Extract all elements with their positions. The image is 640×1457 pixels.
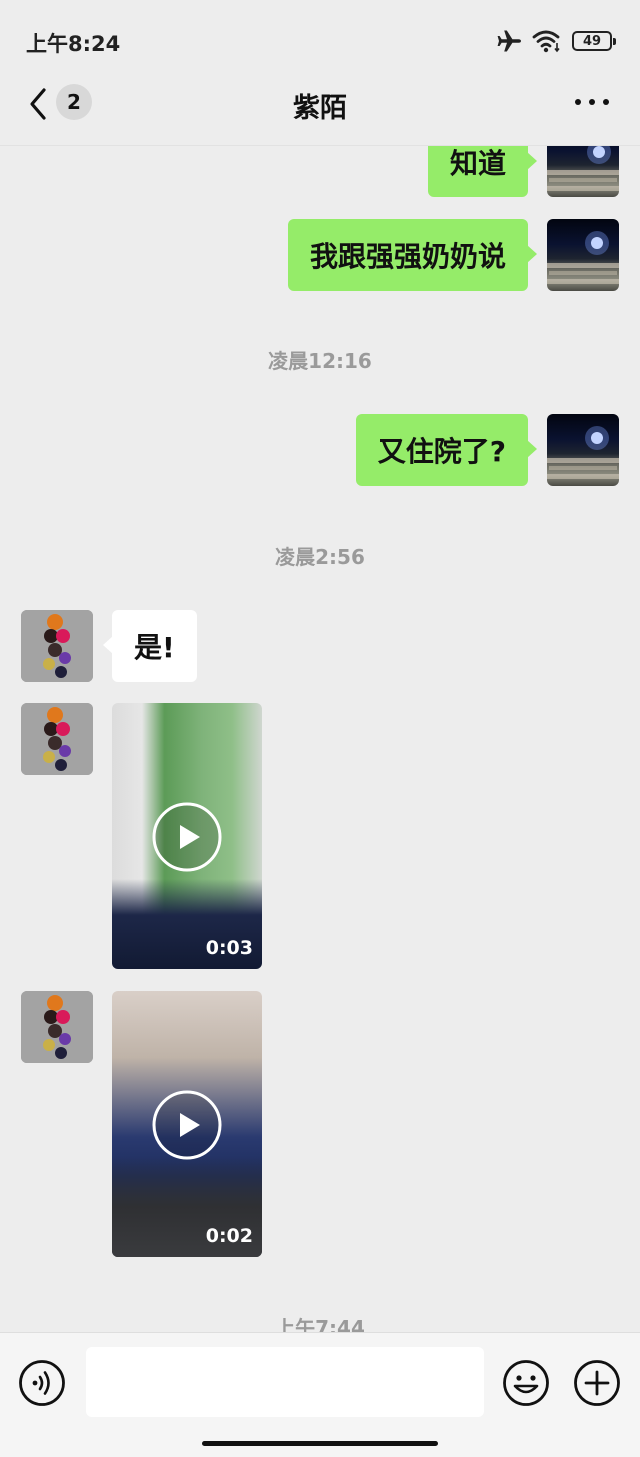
emoji-icon[interactable] [502, 1359, 550, 1407]
message-list[interactable]: 知道 我跟强强奶奶说 凌晨12:16 又住院了? 凌晨2:56 是! 0:03 … [0, 146, 640, 1332]
video-message[interactable]: 0:02 [112, 991, 262, 1257]
status-icons: 49 [496, 28, 616, 54]
message-timestamp: 凌晨2:56 [275, 545, 365, 569]
message-timestamp: 凌晨12:16 [268, 349, 372, 373]
plus-circle-icon[interactable] [573, 1359, 621, 1407]
voice-icon[interactable] [18, 1359, 66, 1407]
self-avatar[interactable] [547, 146, 619, 197]
airplane-icon [497, 30, 521, 52]
avatar-image [547, 231, 619, 284]
self-avatar[interactable] [547, 219, 619, 291]
video-message[interactable]: 0:03 [112, 703, 262, 969]
play-icon[interactable] [151, 1089, 223, 1161]
play-icon[interactable] [151, 801, 223, 873]
home-indicator[interactable] [202, 1441, 438, 1446]
self-avatar[interactable] [547, 414, 619, 486]
video-duration: 0:03 [205, 937, 253, 959]
battery-icon: 49 [572, 31, 616, 51]
video-duration: 0:02 [205, 1225, 253, 1247]
message-bubble-incoming[interactable]: 是! [103, 610, 197, 682]
contact-avatar[interactable] [21, 703, 93, 775]
chat-header: 2 紫陌 [0, 80, 640, 146]
chat-title: 紫陌 [293, 93, 347, 124]
avatar-image [547, 426, 619, 479]
input-bar [0, 1332, 640, 1457]
message-bubble-outgoing[interactable]: 又住院了? [355, 414, 538, 486]
status-time: 上午8:24 [26, 32, 121, 56]
message-timestamp: 上午7:44 [275, 1316, 365, 1332]
avatar-image [21, 610, 93, 682]
contact-avatar[interactable] [21, 610, 93, 682]
status-bar: 上午8:24 49 [0, 0, 640, 80]
message-bubble-outgoing[interactable]: 我跟强强奶奶说 [287, 219, 538, 291]
contact-avatar[interactable] [21, 991, 93, 1063]
more-dots-icon[interactable] [572, 90, 612, 114]
message-input[interactable] [86, 1347, 484, 1417]
avatar-image [21, 703, 93, 775]
message-bubble-outgoing[interactable]: 知道 [427, 146, 538, 197]
wifi-icon [532, 30, 560, 53]
avatar-image [21, 991, 93, 1063]
avatar-image [547, 146, 619, 191]
battery-level: 49 [582, 33, 602, 49]
